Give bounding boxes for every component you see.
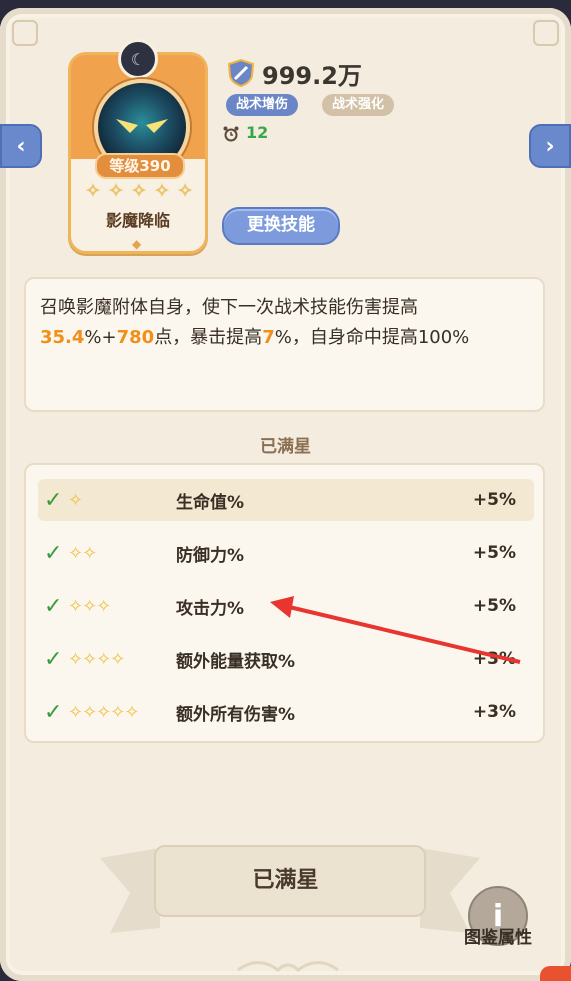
bonus-value: +5% — [472, 596, 516, 616]
shadow-eyes-icon — [116, 119, 168, 133]
codex-attributes-label: 图鉴属性 — [464, 928, 532, 948]
chevron-left-icon: ‹ — [16, 133, 26, 159]
skill-name: 影魔降临 — [105, 211, 170, 230]
bonus-value: +5% — [472, 490, 516, 510]
damage-percent: 35.4 — [40, 327, 85, 348]
star-level: ✧ — [68, 489, 83, 511]
bonus-value: +3% — [472, 702, 516, 722]
star-bonus-row: ✓ ✧✧✧✧✧ 额外所有伤害% +3% — [38, 691, 534, 733]
star-icon: ✧ — [177, 180, 193, 202]
description-text: %，自身命中提高100% — [274, 327, 470, 348]
star-icon: ✧ — [154, 180, 170, 202]
power-value: 999.2万 — [262, 62, 362, 90]
star-bonus-table: ✓ ✧ 生命值% +5% ✓ ✧✧ 防御力% +5% ✓ ✧✧✧ 攻击力% +5… — [24, 463, 545, 743]
tag-tactical-damage: 战术增伤 — [226, 94, 299, 116]
corner-ornament — [533, 20, 559, 46]
description-text: %+ — [84, 327, 117, 348]
shield-sword-icon — [227, 58, 255, 88]
diamond-ornament-icon: ◆ — [132, 237, 142, 251]
star-bonus-row: ✓ ✧ 生命值% +5% — [38, 479, 534, 521]
check-icon: ✓ — [44, 487, 63, 513]
star-icon: ✧ — [108, 180, 124, 202]
bonus-label: 额外能量获取% — [176, 651, 296, 672]
prev-skill-button[interactable]: ‹ — [0, 124, 42, 168]
corner-ornament — [12, 20, 38, 46]
star-level: ✧✧✧ — [68, 595, 111, 617]
next-skill-button[interactable]: › — [529, 124, 571, 168]
check-icon: ✓ — [44, 593, 63, 619]
star-icon: ✧ — [131, 180, 147, 202]
description-line-2: 35.4%+780点，暴击提高7%，自身命中提高100% — [40, 323, 529, 353]
bonus-value: +5% — [472, 543, 516, 563]
star-bonus-row: ✓ ✧✧✧ 攻击力% +5% — [38, 585, 534, 627]
skill-card[interactable]: ☾ 等级390 ✧ ✧ ✧ ✧ ✧ 影魔降临 ◆ — [68, 39, 208, 254]
bonus-label: 额外所有伤害% — [176, 704, 296, 725]
alarm-clock-icon — [223, 126, 239, 142]
star-bonus-row: ✓ ✧✧ 防御力% +5% — [38, 532, 534, 574]
bonus-label: 生命值% — [176, 492, 245, 513]
check-icon: ✓ — [44, 646, 63, 672]
skill-type-icon: ☾ — [118, 39, 158, 79]
description-text: 点，暴击提高 — [154, 327, 263, 348]
star-bonus-row: ✓ ✧✧✧✧ 额外能量获取% +3% — [38, 638, 534, 680]
card-stars: ✧ ✧ ✧ ✧ ✧ — [85, 181, 193, 201]
tag-tactical-boost: 战术强化 — [322, 94, 395, 116]
star-level: ✧✧✧✧✧ — [68, 701, 139, 723]
check-icon: ✓ — [44, 699, 63, 725]
check-icon: ✓ — [44, 540, 63, 566]
bonus-value: +3% — [472, 649, 516, 669]
star-level: ✧✧✧✧ — [68, 648, 125, 670]
crit-percent: 7 — [262, 327, 275, 348]
description-line-1: 召唤影魔附体自身，使下一次战术技能伤害提高 — [40, 297, 418, 318]
bonus-label: 防御力% — [176, 545, 245, 566]
footer-ornament — [237, 961, 339, 972]
cooldown-value: 12 — [246, 123, 269, 142]
bonus-label: 攻击力% — [176, 598, 245, 619]
skill-description: 召唤影魔附体自身，使下一次战术技能伤害提高 35.4%+780点，暴击提高7%，… — [24, 277, 545, 412]
chevron-right-icon: › — [545, 133, 555, 159]
section-title: 已满星 — [260, 437, 311, 457]
damage-points: 780 — [116, 327, 155, 348]
star-icon: ✧ — [85, 180, 101, 202]
change-skill-button[interactable]: 更换技能 — [222, 207, 340, 245]
level-badge: 等级390 — [95, 153, 185, 179]
star-level: ✧✧ — [68, 542, 97, 564]
corner-flag — [540, 966, 571, 981]
